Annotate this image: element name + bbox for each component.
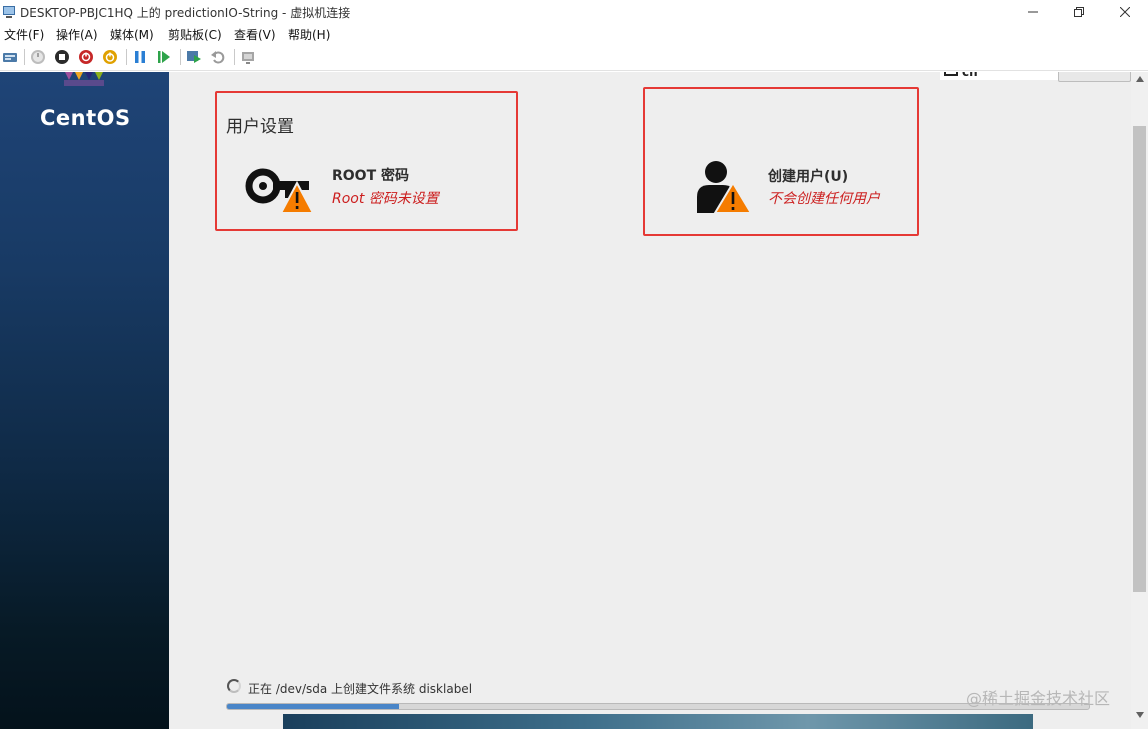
shutdown-icon (79, 50, 93, 64)
resume-icon (158, 51, 170, 63)
revert-icon (211, 51, 225, 64)
shutdown-button[interactable] (76, 47, 96, 67)
keyboard-icon (944, 72, 958, 76)
scroll-up-button[interactable] (1131, 72, 1148, 86)
menu-clipboard[interactable]: 剪贴板(C) (168, 26, 222, 43)
enhanced-session-button[interactable] (238, 47, 258, 67)
title-bar: DESKTOP-PBJC1HQ 上的 predictionIO-String -… (0, 0, 1148, 23)
watermark: @稀土掘金技术社区 (966, 689, 1111, 708)
ctrl-alt-del-icon (3, 53, 17, 62)
start-icon (31, 50, 45, 64)
menu-media[interactable]: 媒体(M) (110, 26, 154, 43)
menu-bar: 文件(F) 操作(A) 媒体(M) 剪贴板(C) 查看(V) 帮助(H) (0, 23, 1148, 43)
root-password-spoke[interactable]: ROOT 密码 Root 密码未设置 (245, 157, 485, 217)
vm-screen[interactable]: CentOS cn 用户设置 ROOT 密码 Root 密码未设置 创建用户(U… (0, 72, 1148, 729)
menu-file[interactable]: 文件(F) (4, 26, 44, 43)
turn-off-icon (55, 50, 69, 64)
resume-button[interactable] (154, 47, 174, 67)
scroll-down-icon (1135, 712, 1144, 718)
create-user-spoke[interactable]: 创建用户(U) 不会创建任何用户 (695, 157, 905, 217)
key-warning-icon (245, 168, 313, 214)
install-progress-fill (227, 704, 400, 709)
user-warning-icon (697, 161, 753, 214)
ctrl-alt-del-button[interactable] (0, 47, 20, 67)
create-user-status: 不会创建任何用户 (768, 191, 880, 207)
turn-off-button[interactable] (52, 47, 72, 67)
create-user-label: 创建用户(U) (768, 169, 849, 185)
vm-connection-icon (2, 4, 16, 18)
window-title: DESKTOP-PBJC1HQ 上的 predictionIO-String -… (20, 6, 351, 20)
restore-button[interactable] (1056, 0, 1102, 23)
menu-view[interactable]: 查看(V) (234, 26, 276, 43)
menu-action[interactable]: 操作(A) (56, 26, 98, 43)
scroll-down-button[interactable] (1131, 708, 1148, 722)
power-button[interactable] (100, 47, 120, 67)
root-password-label: ROOT 密码 (332, 168, 410, 184)
pause-icon (135, 51, 145, 63)
checkpoint-button[interactable] (184, 47, 204, 67)
bottom-banner (283, 714, 1033, 729)
minimize-icon (1028, 11, 1038, 12)
power-icon (103, 50, 117, 64)
checkpoint-icon (187, 51, 201, 63)
root-password-status: Root 密码未设置 (332, 191, 439, 207)
centos-logo-icon (64, 72, 104, 86)
start-button[interactable] (28, 47, 48, 67)
toolbar (0, 43, 1148, 71)
centos-wordmark: CentOS (40, 106, 131, 130)
progress-status-text: 正在 /dev/sda 上创建文件系统 disklabel (248, 682, 473, 696)
vertical-scrollbar[interactable] (1131, 72, 1148, 729)
scroll-up-icon (1135, 76, 1144, 82)
help-button[interactable] (1058, 72, 1131, 82)
revert-button[interactable] (208, 47, 228, 67)
restore-icon (1074, 6, 1084, 17)
menu-help[interactable]: 帮助(H) (288, 26, 330, 43)
scroll-thumb[interactable] (1133, 126, 1146, 592)
close-icon (1120, 6, 1130, 17)
minimize-button[interactable] (1010, 0, 1056, 23)
keyboard-layout-indicator: cn (962, 72, 978, 79)
spinner-icon (227, 679, 241, 693)
close-button[interactable] (1102, 0, 1148, 23)
pause-button[interactable] (130, 47, 150, 67)
enhanced-session-icon (242, 52, 254, 64)
install-progress-bar (226, 703, 1090, 710)
installer-sidebar: CentOS (0, 72, 169, 729)
